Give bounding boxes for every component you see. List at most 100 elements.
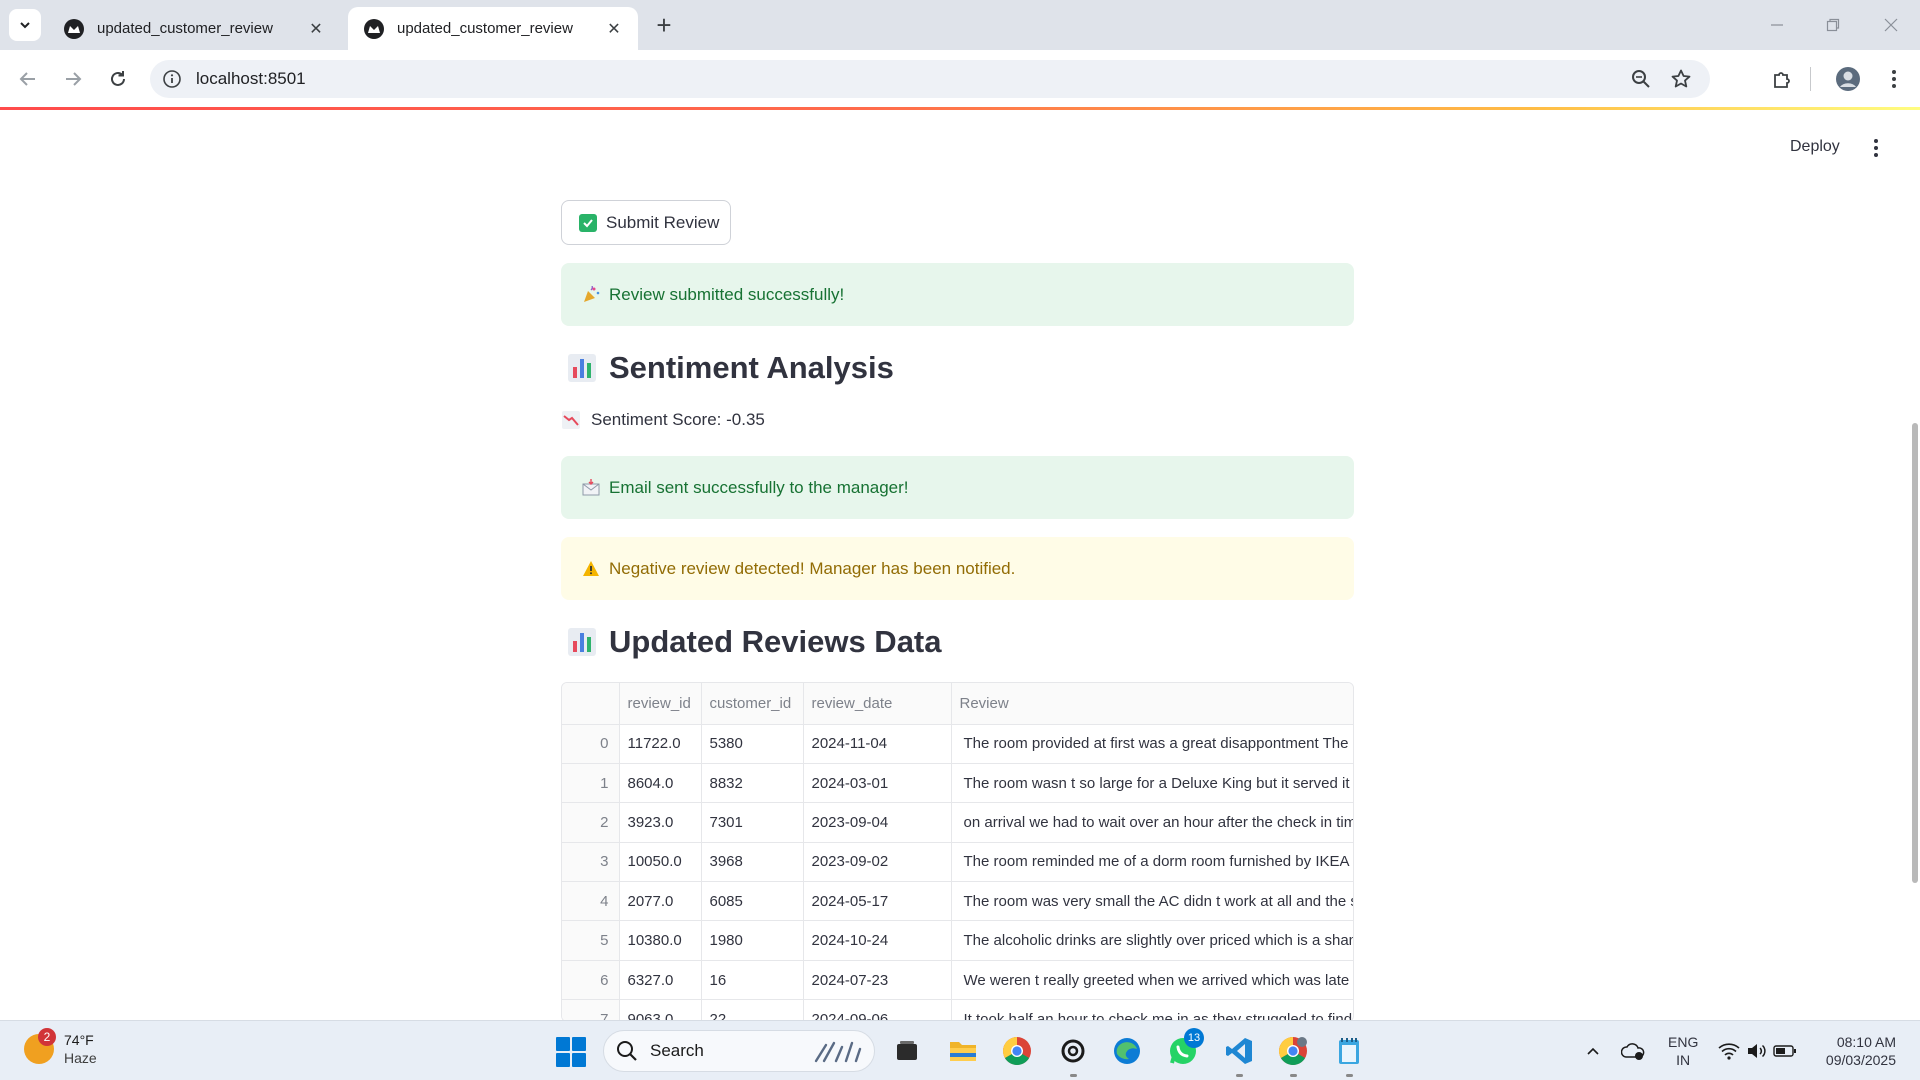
cell-review[interactable]: The room reminded me of a dorm room furn… [951,842,1353,883]
show-hidden-icons-button[interactable] [1576,1034,1610,1068]
cell-review-date[interactable]: 2023-09-02 [803,842,952,883]
cell-review-id[interactable]: 2077.0 [619,881,702,922]
bar-chart-icon [568,628,596,656]
cell-customer-id[interactable]: 8832 [701,763,804,804]
cell-review-id[interactable]: 10380.0 [619,920,702,961]
table-row[interactable]: 7 9063.0 22 2024-09-06 It took half an h… [562,999,1353,1020]
browser-tab-1[interactable]: updated_customer_review ✕ [48,7,340,50]
cell-review-id[interactable]: 8604.0 [619,763,702,804]
cell-review[interactable]: The room wasn t so large for a Deluxe Ki… [951,763,1353,804]
clock-date: 09/03/2025 [1825,1052,1896,1068]
vscode-icon[interactable] [1222,1034,1256,1077]
cell-review-id[interactable]: 6327.0 [619,960,702,1001]
column-header-review-date[interactable]: review_date [803,683,952,725]
cell-review-id[interactable]: 11722.0 [619,724,702,764]
profile-avatar[interactable] [1834,65,1862,93]
updated-reviews-heading: Updated Reviews Data [567,624,942,660]
chrome-profile-icon[interactable] [1276,1034,1310,1077]
taskbar-search[interactable]: Search [603,1030,875,1072]
chatgpt-icon[interactable] [1056,1034,1090,1077]
site-info-icon[interactable] [162,69,182,89]
table-row[interactable]: 5 10380.0 1980 2024-10-24 The alcoholic … [562,920,1353,961]
language-indicator[interactable]: ENG IN [1668,1033,1698,1069]
whatsapp-icon[interactable]: 13 [1166,1028,1204,1068]
window-close-button[interactable] [1876,10,1906,40]
cell-review-date[interactable]: 2024-11-04 [803,724,952,764]
app-main-menu[interactable] [1866,136,1886,160]
new-tab-button[interactable]: + [650,11,678,39]
weather-widget[interactable]: 2 74°F Haze [24,1028,97,1067]
cell-customer-id[interactable]: 3968 [701,842,804,883]
reviews-dataframe[interactable]: review_id customer_id review_date Review… [561,682,1354,1020]
table-row[interactable]: 2 3923.0 7301 2023-09-04 on arrival we h… [562,802,1353,843]
arrow-left-icon [19,72,35,86]
row-index: 1 [562,763,620,804]
cell-review-date[interactable]: 2024-03-01 [803,763,952,804]
cell-customer-id[interactable]: 7301 [701,802,804,843]
column-header-review[interactable]: Review [951,683,1353,725]
column-header-customer-id[interactable]: customer_id [701,683,804,725]
cell-review-id[interactable]: 10050.0 [619,842,702,883]
table-row[interactable]: 6 6327.0 16 2024-07-23 We weren t really… [562,960,1353,1001]
extensions-button[interactable] [1768,65,1796,93]
cell-review-date[interactable]: 2024-10-24 [803,920,952,961]
cell-review-date[interactable]: 2024-09-06 [803,999,952,1020]
system-clock[interactable]: 08:10 AM 09/03/2025 [1812,1033,1896,1069]
browser-tab-2[interactable]: updated_customer_review ✕ [348,7,638,50]
cell-review[interactable]: The room provided at first was a great d… [951,724,1353,764]
sentiment-score-text: Sentiment Score: -0.35 [591,410,765,429]
bookmark-star-icon[interactable] [1670,68,1692,90]
back-button[interactable] [10,61,46,97]
submit-review-button[interactable]: Submit Review [561,200,731,245]
table-row[interactable]: 4 2077.0 6085 2024-05-17 The room was ve… [562,881,1353,922]
cell-review-date[interactable]: 2024-07-23 [803,960,952,1001]
minimize-icon [1771,24,1783,26]
minimize-button[interactable] [1762,10,1792,40]
streamlit-favicon-icon [64,18,84,39]
cell-review-id[interactable]: 9063.0 [619,999,702,1020]
edge-icon[interactable] [1110,1034,1144,1068]
cell-review[interactable]: We weren t really greeted when we arrive… [951,960,1353,1001]
cell-customer-id[interactable]: 6085 [701,881,804,922]
close-icon[interactable]: ✕ [306,19,326,39]
cell-customer-id[interactable]: 1980 [701,920,804,961]
cell-review-id[interactable]: 3923.0 [619,802,702,843]
column-header-review-id[interactable]: review_id [619,683,702,725]
forward-button[interactable] [55,61,91,97]
table-row[interactable]: 1 8604.0 8832 2024-03-01 The room wasn t… [562,763,1353,804]
cell-customer-id[interactable]: 5380 [701,724,804,764]
toolbar-divider [1810,67,1811,91]
running-indicator [1345,1074,1353,1077]
zoom-icon[interactable] [1630,68,1652,90]
address-url[interactable]: localhost:8501 [196,69,1630,89]
address-bar[interactable]: localhost:8501 [150,60,1710,98]
table-row[interactable]: 0 11722.0 5380 2024-11-04 The room provi… [562,724,1353,764]
language-code: ENG [1668,1034,1699,1050]
cell-review[interactable]: The room was very small the AC didn t wo… [951,881,1353,922]
column-header-index[interactable] [562,683,620,725]
cell-customer-id[interactable]: 22 [701,999,804,1020]
page-scrollbar[interactable] [1912,423,1918,883]
browser-toolbar: localhost:8501 [0,50,1920,108]
cell-review[interactable]: on arrival we had to wait over an hour a… [951,802,1353,843]
restore-button[interactable] [1818,10,1848,40]
file-explorer-icon[interactable] [946,1034,980,1068]
whatsapp-badge: 13 [1184,1028,1204,1048]
onedrive-sync-icon[interactable] [1616,1034,1650,1068]
cell-review[interactable]: The alcoholic drinks are slightly over p… [951,920,1353,961]
tab-search-button[interactable] [9,9,41,41]
reload-button[interactable] [100,61,136,97]
battery-icon[interactable] [1768,1034,1802,1068]
chrome-icon[interactable] [1000,1034,1034,1068]
browser-menu-button[interactable] [1880,65,1908,93]
cell-review[interactable]: It took half an hour to check me in as t… [951,999,1353,1020]
cell-review-date[interactable]: 2023-09-04 [803,802,952,843]
cell-review-date[interactable]: 2024-05-17 [803,881,952,922]
deploy-button[interactable]: Deploy [1790,138,1840,156]
cell-customer-id[interactable]: 16 [701,960,804,1001]
windows-start-button[interactable] [556,1037,586,1067]
notepad-icon[interactable] [1332,1034,1366,1077]
task-view-icon[interactable] [890,1034,924,1068]
close-icon[interactable]: ✕ [604,19,624,39]
table-row[interactable]: 3 10050.0 3968 2023-09-02 The room remin… [562,842,1353,883]
